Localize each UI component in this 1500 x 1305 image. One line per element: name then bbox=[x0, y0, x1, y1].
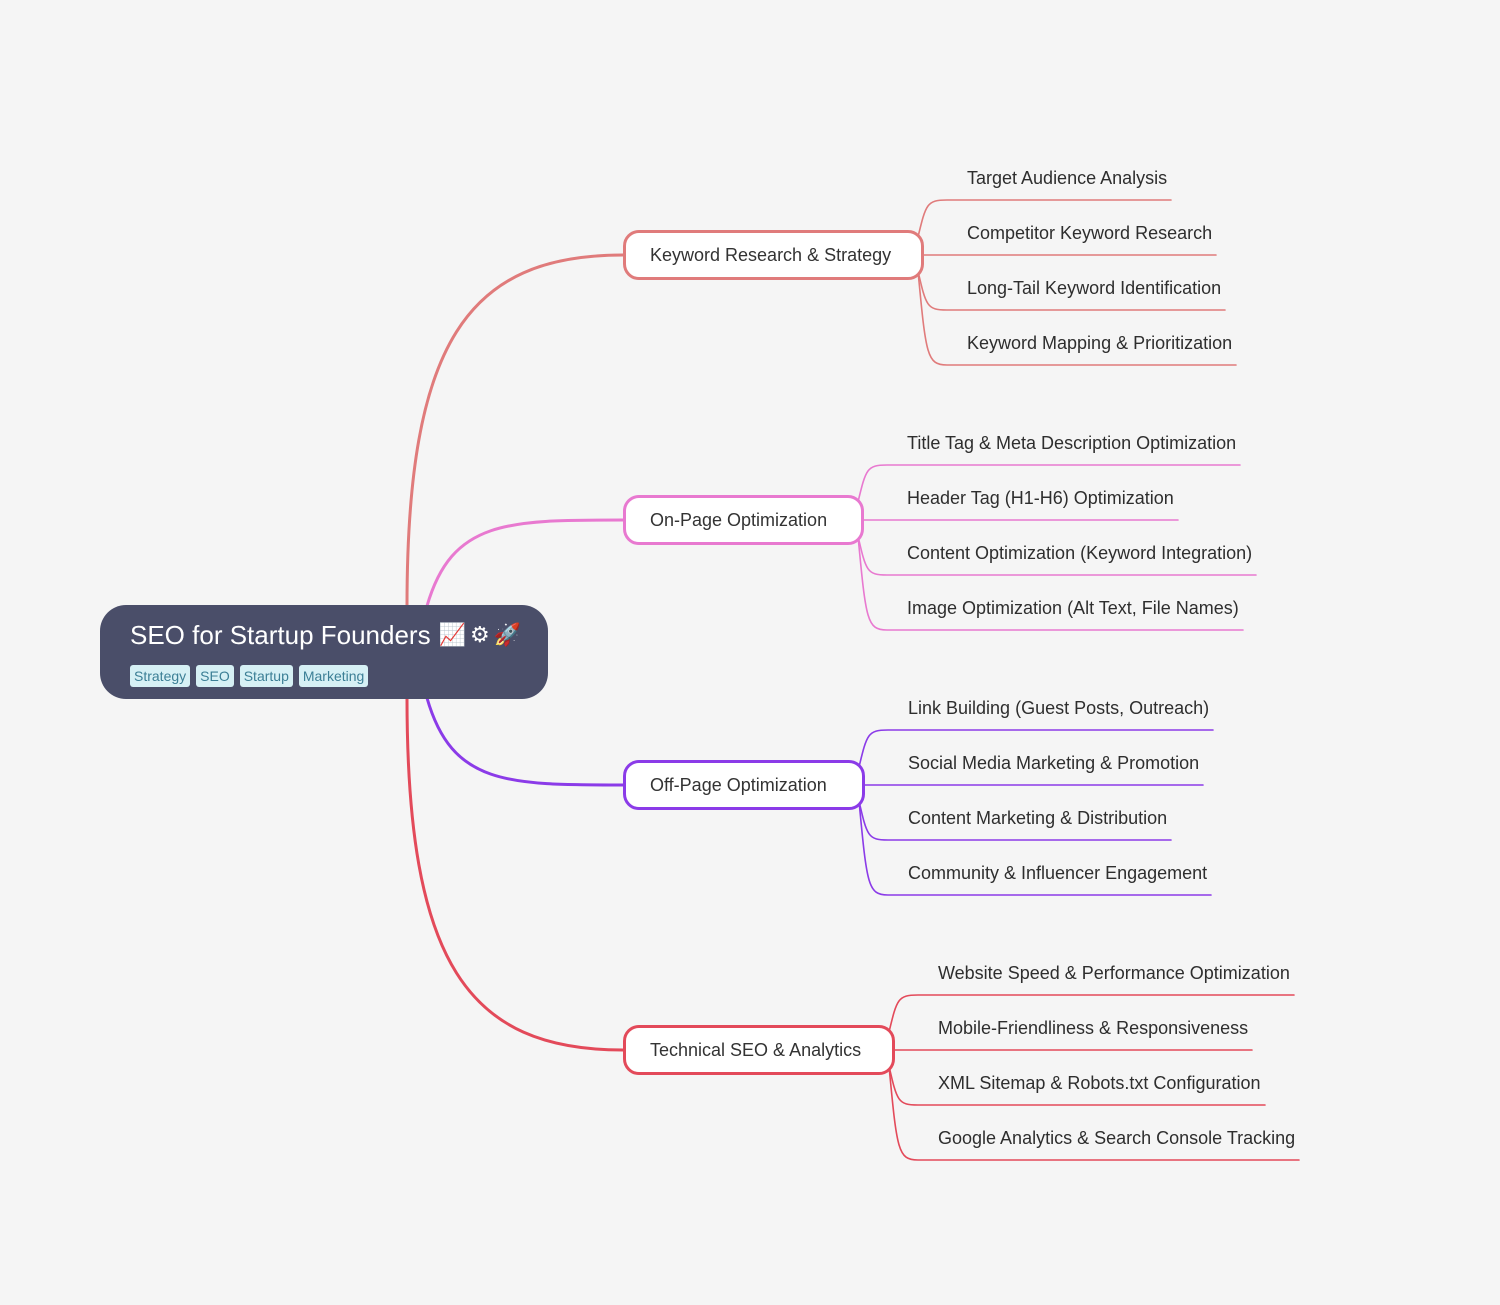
rocket-icon: 🚀 bbox=[493, 622, 522, 647]
tag-list: Strategy SEO Startup Marketing bbox=[130, 665, 548, 687]
leaf-topic[interactable]: Keyword Mapping & Prioritization bbox=[967, 331, 1232, 355]
root-topic[interactable]: SEO for Startup Founders 📈 ⚙ 🚀 Strategy … bbox=[100, 605, 548, 699]
branch-keyword-research[interactable]: Keyword Research & Strategy bbox=[623, 230, 924, 280]
leaf-topic[interactable]: Content Optimization (Keyword Integratio… bbox=[907, 541, 1252, 565]
root-title: SEO for Startup Founders bbox=[130, 620, 431, 650]
root-to-branch-connector bbox=[405, 253, 625, 608]
root-title-row: SEO for Startup Founders 📈 ⚙ 🚀 bbox=[130, 619, 548, 651]
leaf-topic[interactable]: Community & Influencer Engagement bbox=[908, 861, 1207, 885]
leaf-topic[interactable]: Competitor Keyword Research bbox=[967, 221, 1212, 245]
leaf-topic[interactable]: Link Building (Guest Posts, Outreach) bbox=[908, 696, 1209, 720]
leaf-topic[interactable]: Target Audience Analysis bbox=[967, 166, 1167, 190]
gear-icon: ⚙ bbox=[470, 622, 490, 647]
root-to-branch-connector bbox=[425, 518, 625, 608]
branch-off-page[interactable]: Off-Page Optimization bbox=[623, 760, 865, 810]
root-to-branch-connector bbox=[405, 696, 625, 1052]
branch-on-page[interactable]: On-Page Optimization bbox=[623, 495, 864, 545]
tag-seo[interactable]: SEO bbox=[196, 665, 234, 687]
leaf-topic[interactable]: Title Tag & Meta Description Optimizatio… bbox=[907, 431, 1236, 455]
root-to-branch-connector bbox=[425, 696, 625, 787]
leaf-topic[interactable]: Image Optimization (Alt Text, File Names… bbox=[907, 596, 1239, 620]
chart-increasing-icon: 📈 bbox=[438, 622, 466, 647]
leaf-topic[interactable]: Google Analytics & Search Console Tracki… bbox=[938, 1126, 1295, 1150]
tag-marketing[interactable]: Marketing bbox=[298, 665, 369, 687]
branch-technical-seo[interactable]: Technical SEO & Analytics bbox=[623, 1025, 895, 1075]
leaf-topic[interactable]: XML Sitemap & Robots.txt Configuration bbox=[938, 1071, 1261, 1095]
leaf-topic[interactable]: Header Tag (H1-H6) Optimization bbox=[907, 486, 1174, 510]
tag-startup[interactable]: Startup bbox=[239, 665, 293, 687]
tag-strategy[interactable]: Strategy bbox=[130, 665, 191, 687]
leaf-topic[interactable]: Long-Tail Keyword Identification bbox=[967, 276, 1221, 300]
leaf-topic[interactable]: Social Media Marketing & Promotion bbox=[908, 751, 1199, 775]
leaf-topic[interactable]: Content Marketing & Distribution bbox=[908, 806, 1167, 830]
leaf-topic[interactable]: Website Speed & Performance Optimization bbox=[938, 961, 1290, 985]
leaf-topic[interactable]: Mobile-Friendliness & Responsiveness bbox=[938, 1016, 1248, 1040]
